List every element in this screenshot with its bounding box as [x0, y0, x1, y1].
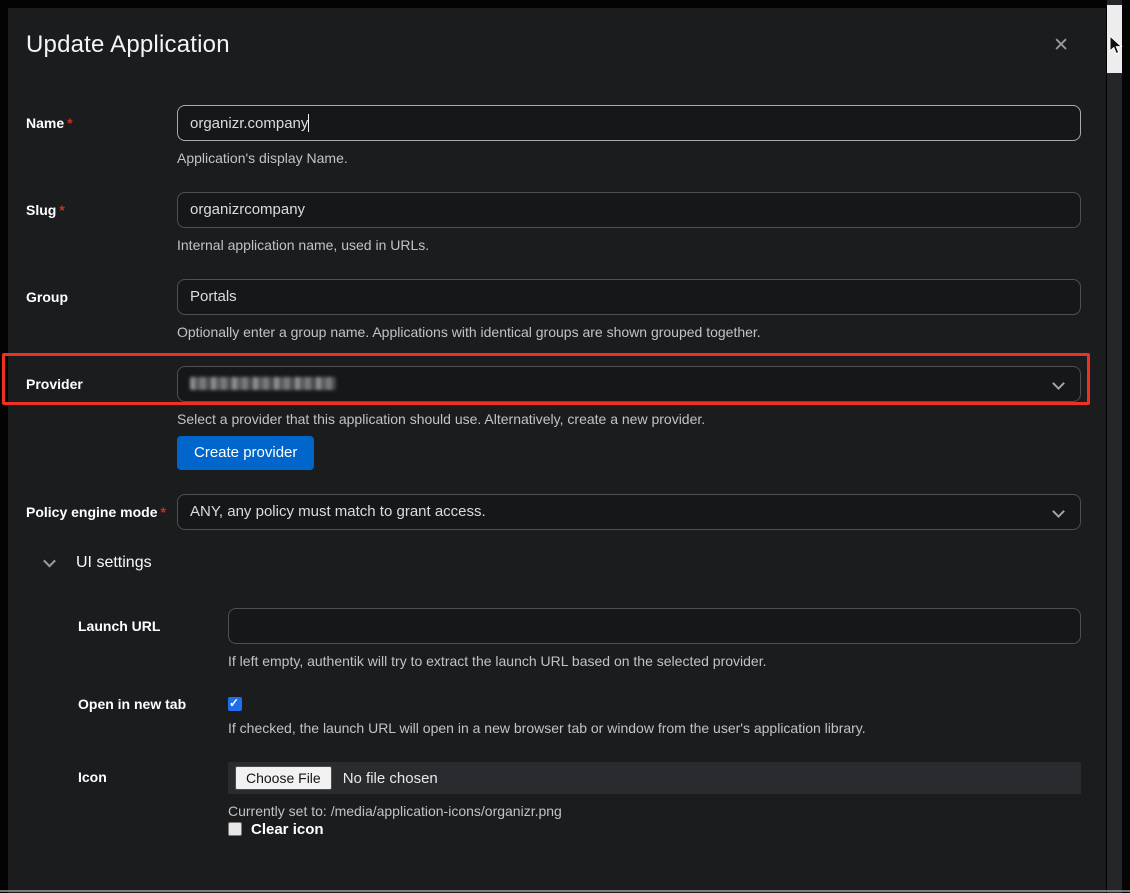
launch-url-help-text: If left empty, authentik will try to ext…: [228, 652, 1081, 671]
required-marker: *: [67, 115, 72, 131]
policy-engine-mode-label: Policy engine mode: [26, 504, 157, 520]
modal-header: Update Application ✕: [26, 30, 1081, 60]
policy-engine-mode-value: ANY, any policy must match to grant acce…: [190, 503, 486, 520]
launch-url-input[interactable]: [228, 608, 1081, 644]
name-field-row: Name* Application's display Name.: [26, 105, 1081, 168]
slug-field-row: Slug* Internal application name, used in…: [26, 192, 1081, 255]
open-in-new-tab-row: Open in new tab ✓ If checked, the launch…: [78, 694, 1081, 738]
page-title: Update Application: [26, 30, 230, 60]
scrollbar-thumb[interactable]: [1107, 5, 1122, 73]
required-marker: *: [160, 504, 165, 520]
policy-engine-mode-row: Policy engine mode* ANY, any policy must…: [26, 494, 1081, 530]
launch-url-field-row: Launch URL If left empty, authentik will…: [78, 608, 1081, 671]
required-marker: *: [59, 202, 64, 218]
chevron-down-icon: [1052, 377, 1065, 390]
ui-settings-section: Launch URL If left empty, authentik will…: [78, 608, 1081, 839]
slug-help-text: Internal application name, used in URLs.: [177, 236, 1081, 255]
choose-file-button[interactable]: Choose File: [235, 766, 332, 790]
open-in-new-tab-checkbox[interactable]: ✓: [228, 697, 242, 711]
provider-selected-value-redacted: [190, 377, 336, 390]
provider-label: Provider: [26, 376, 83, 392]
file-chosen-status: No file chosen: [343, 770, 438, 787]
slug-label: Slug: [26, 202, 56, 218]
name-label: Name: [26, 115, 64, 131]
chevron-down-icon: [1052, 505, 1065, 518]
icon-file-input[interactable]: Choose File No file chosen: [228, 762, 1081, 794]
chevron-down-icon: [43, 555, 56, 568]
window-right-edge: [1122, 0, 1130, 893]
name-help-text: Application's display Name.: [177, 149, 1081, 168]
open-in-new-tab-label: Open in new tab: [78, 696, 186, 712]
group-label: Group: [26, 289, 68, 305]
vertical-scrollbar[interactable]: [1107, 0, 1122, 893]
check-icon: ✓: [229, 695, 239, 711]
group-input[interactable]: [177, 279, 1081, 315]
slug-input[interactable]: [177, 192, 1081, 228]
provider-field-row: Provider Select a provider that this app…: [26, 366, 1081, 470]
group-help-text: Optionally enter a group name. Applicati…: [177, 323, 1081, 342]
create-provider-button[interactable]: Create provider: [177, 436, 314, 470]
provider-select[interactable]: [177, 366, 1081, 402]
close-icon[interactable]: ✕: [1053, 36, 1069, 55]
update-application-page: Update Application ✕ Name* Application's…: [0, 0, 1130, 893]
update-application-modal: Update Application ✕ Name* Application's…: [8, 8, 1106, 893]
clear-icon-label: Clear icon: [251, 819, 324, 838]
icon-label: Icon: [78, 769, 107, 785]
provider-help-text: Select a provider that this application …: [177, 410, 1081, 429]
window-bottom-edge: [0, 890, 1130, 892]
name-input[interactable]: [177, 105, 1081, 141]
ui-settings-section-label: UI settings: [76, 554, 152, 572]
group-field-row: Group Optionally enter a group name. App…: [26, 279, 1081, 342]
launch-url-label: Launch URL: [78, 618, 160, 634]
text-caret: [308, 114, 309, 132]
policy-engine-mode-select[interactable]: ANY, any policy must match to grant acce…: [177, 494, 1081, 530]
ui-settings-toggle[interactable]: UI settings: [45, 554, 1081, 572]
clear-icon-checkbox[interactable]: [228, 822, 242, 836]
icon-field-row: Icon Choose File No file chosen Currentl…: [78, 762, 1081, 838]
open-in-new-tab-help-text: If checked, the launch URL will open in …: [228, 719, 1081, 738]
